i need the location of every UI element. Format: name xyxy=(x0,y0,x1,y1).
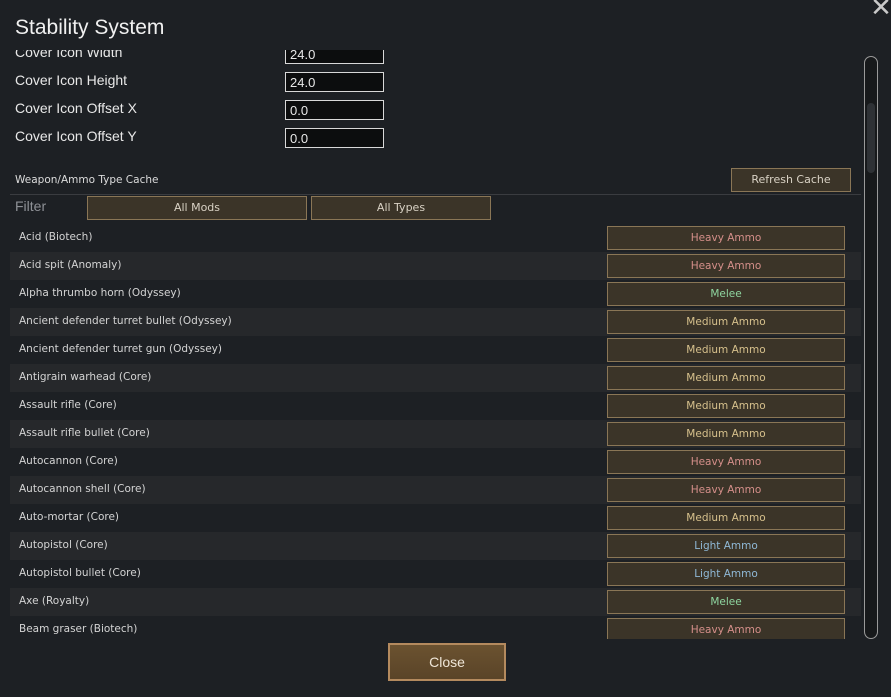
ammo-type-button[interactable]: Medium Ammo xyxy=(607,366,845,390)
weapon-name: Ancient defender turret gun (Odyssey) xyxy=(19,343,222,355)
mod-filter-button[interactable]: All Mods xyxy=(87,196,307,220)
field-row-cover-icon-height: Cover Icon Height xyxy=(0,72,400,98)
ammo-type-button[interactable]: Heavy Ammo xyxy=(607,618,845,639)
ammo-type-button[interactable]: Light Ammo xyxy=(607,534,845,558)
weapon-name: Acid (Biotech) xyxy=(19,231,93,243)
list-item: Beam graser (Biotech) Heavy Ammo xyxy=(10,616,861,639)
settings-content: Cover Icon Width Cover Icon Height Cover… xyxy=(0,50,863,639)
list-item: Axe (Royalty) Melee xyxy=(10,588,861,616)
field-label: Cover Icon Offset X xyxy=(15,100,137,116)
weapon-name: Autopistol bullet (Core) xyxy=(19,567,141,579)
filter-label: Filter xyxy=(15,198,47,214)
ammo-type-button[interactable]: Medium Ammo xyxy=(607,310,845,334)
weapon-name: Axe (Royalty) xyxy=(19,595,90,607)
window-title: Stability System xyxy=(15,16,165,39)
list-item: Alpha thrumbo horn (Odyssey) Melee xyxy=(10,280,861,308)
ammo-type-button[interactable]: Heavy Ammo xyxy=(607,254,845,278)
field-row-cover-icon-width: Cover Icon Width xyxy=(0,50,400,70)
list-item: Acid (Biotech) Heavy Ammo xyxy=(10,224,861,252)
ammo-type-button[interactable]: Melee xyxy=(607,590,845,614)
list-item: Assault rifle bullet (Core) Medium Ammo xyxy=(10,420,861,448)
ammo-type-button[interactable]: Melee xyxy=(607,282,845,306)
weapon-name: Auto-mortar (Core) xyxy=(19,511,120,523)
stability-system-dialog: Stability System ✕ Cover Icon Width Cove… xyxy=(0,0,891,697)
weapon-name: Beam graser (Biotech) xyxy=(19,623,138,635)
list-item: Ancient defender turret gun (Odyssey) Med… xyxy=(10,336,861,364)
refresh-cache-button[interactable]: Refresh Cache xyxy=(731,168,851,192)
cover-icon-height-input[interactable] xyxy=(285,72,384,92)
scrollbar-thumb[interactable] xyxy=(867,103,875,173)
ammo-type-button[interactable]: Medium Ammo xyxy=(607,394,845,418)
weapon-name: Antigrain warhead (Core) xyxy=(19,371,152,383)
list-item: Autopistol (Core) Light Ammo xyxy=(10,532,861,560)
list-item: Assault rifle (Core) Medium Ammo xyxy=(10,392,861,420)
weapon-name: Autocannon shell (Core) xyxy=(19,483,146,495)
field-row-cover-icon-offset-x: Cover Icon Offset X xyxy=(0,100,400,126)
cache-section-title: Weapon/Ammo Type Cache xyxy=(15,174,159,186)
weapon-name: Autocannon (Core) xyxy=(19,455,118,467)
list-item: Antigrain warhead (Core) Medium Ammo xyxy=(10,364,861,392)
close-button[interactable]: Close xyxy=(388,643,506,681)
weapon-ammo-list: Acid (Biotech) Heavy Ammo Acid spit (Anoma… xyxy=(10,224,861,639)
field-row-cover-icon-offset-y: Cover Icon Offset Y xyxy=(0,128,400,154)
weapon-name: Acid spit (Anomaly) xyxy=(19,259,122,271)
ammo-type-button[interactable]: Heavy Ammo xyxy=(607,478,845,502)
cover-icon-offset-x-input[interactable] xyxy=(285,100,384,120)
field-label: Cover Icon Offset Y xyxy=(15,128,137,144)
close-x-icon[interactable]: ✕ xyxy=(868,0,891,22)
ammo-type-button[interactable]: Medium Ammo xyxy=(607,506,845,530)
ammo-type-button[interactable]: Heavy Ammo xyxy=(607,450,845,474)
cover-icon-offset-y-input[interactable] xyxy=(285,128,384,148)
list-item: Autocannon (Core) Heavy Ammo xyxy=(10,448,861,476)
list-item: Autocannon shell (Core) Heavy Ammo xyxy=(10,476,861,504)
field-label: Cover Icon Width xyxy=(15,50,123,60)
weapon-name: Alpha thrumbo horn (Odyssey) xyxy=(19,287,181,299)
weapon-name: Ancient defender turret bullet (Odyssey) xyxy=(19,315,232,327)
ammo-type-button[interactable]: Light Ammo xyxy=(607,562,845,586)
scrollbar[interactable] xyxy=(864,56,878,639)
type-filter-button[interactable]: All Types xyxy=(311,196,491,220)
list-item: Ancient defender turret bullet (Odyssey)… xyxy=(10,308,861,336)
ammo-type-button[interactable]: Heavy Ammo xyxy=(607,226,845,250)
weapon-name: Assault rifle (Core) xyxy=(19,399,117,411)
list-item: Autopistol bullet (Core) Light Ammo xyxy=(10,560,861,588)
weapon-name: Autopistol (Core) xyxy=(19,539,108,551)
weapon-name: Assault rifle bullet (Core) xyxy=(19,427,150,439)
list-item: Auto-mortar (Core) Medium Ammo xyxy=(10,504,861,532)
ammo-type-button[interactable]: Medium Ammo xyxy=(607,338,845,362)
list-item: Acid spit (Anomaly) Heavy Ammo xyxy=(10,252,861,280)
field-label: Cover Icon Height xyxy=(15,72,128,88)
section-divider xyxy=(10,194,861,195)
ammo-type-button[interactable]: Medium Ammo xyxy=(607,422,845,446)
cover-icon-width-input[interactable] xyxy=(285,50,384,64)
